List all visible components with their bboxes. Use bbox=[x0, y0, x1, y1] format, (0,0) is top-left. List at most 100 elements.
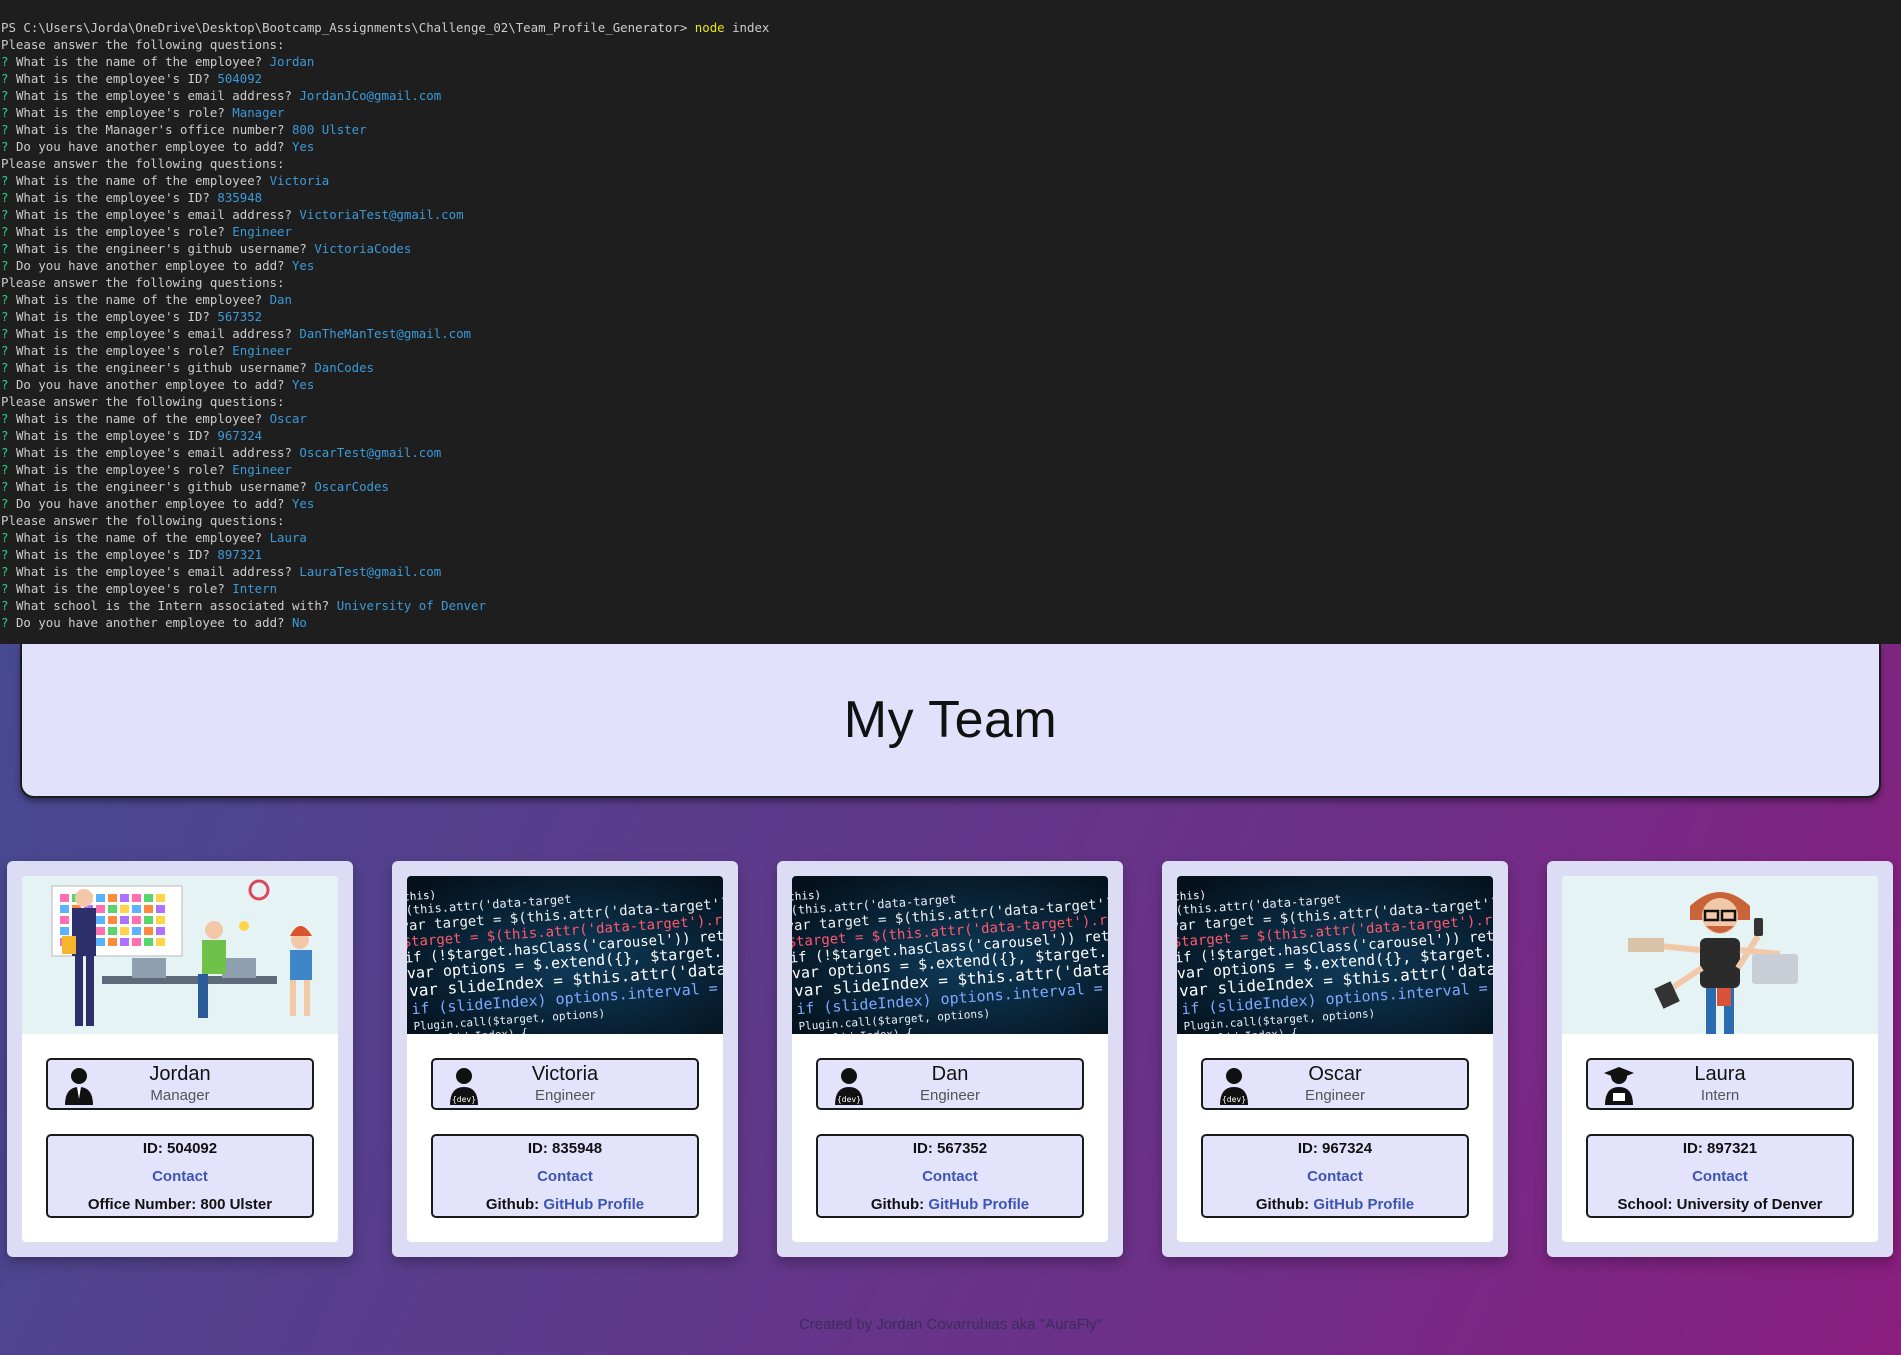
employee-id: ID: 504092 bbox=[142, 1140, 218, 1157]
prompt-answer: Yes bbox=[291, 139, 315, 154]
prompt-mark: ? bbox=[1, 411, 9, 426]
prompt-mark: ? bbox=[1, 598, 9, 613]
terminal-question-line: ? What is the employee's ID? 967324 bbox=[0, 427, 1901, 444]
terminal-question-line: ? What is the employee's role? Engineer bbox=[0, 223, 1901, 240]
terminal-panel[interactable]: PS C:\Users\Jorda\OneDrive\Desktop\Bootc… bbox=[0, 0, 1901, 644]
github-link[interactable]: GitHub Profile bbox=[928, 1196, 1029, 1213]
prompt-question: What is the employee's role? bbox=[15, 581, 225, 596]
terminal-question-line: ? Do you have another employee to add? Y… bbox=[0, 495, 1901, 512]
name-role-box: {dev} Dan Engineer bbox=[816, 1058, 1084, 1110]
prompt-mark: ? bbox=[1, 445, 9, 460]
prompt-mark: ? bbox=[1, 258, 9, 273]
prompt-question: Do you have another employee to add? bbox=[15, 496, 285, 511]
footer-credit: Created by Jordan Covarrubias aka "AuraF… bbox=[798, 1316, 1103, 1333]
contact-link[interactable]: Contact bbox=[1588, 1163, 1852, 1191]
contact-link[interactable]: Contact bbox=[1203, 1163, 1467, 1191]
prompt-mark: ? bbox=[1, 207, 9, 222]
prompt-answer: Manager bbox=[232, 105, 285, 120]
prompt-mark: ? bbox=[1, 360, 9, 375]
employee-card: (this) $(this.attr('data-target var target… bbox=[392, 861, 738, 1257]
prompt-question: Do you have another employee to add? bbox=[15, 377, 285, 392]
terminal-prompt-line: PS C:\Users\Jorda\OneDrive\Desktop\Bootc… bbox=[0, 19, 1901, 36]
employee-card-body: (this) $(this.attr('data-target var target… bbox=[792, 876, 1108, 1242]
terminal-question-line: ? What is the name of the employee? Laur… bbox=[0, 529, 1901, 546]
employee-info-box: ID: 897321 Contact School: University of… bbox=[1586, 1134, 1854, 1218]
name-role-box: Laura Intern bbox=[1586, 1058, 1854, 1110]
contact-link[interactable]: Contact bbox=[433, 1163, 697, 1191]
employee-card: Jordan Manager ID: 504092 Contact Office… bbox=[7, 861, 353, 1257]
prompt-mark: ? bbox=[1, 71, 9, 86]
employee-info-box: ID: 835948 Contact Github: GitHub Profil… bbox=[431, 1134, 699, 1218]
prompt-answer: 967324 bbox=[217, 428, 263, 443]
terminal-question-line: ? What is the employee's email address? … bbox=[0, 563, 1901, 580]
manager-icon bbox=[60, 1065, 98, 1105]
prompt-answer: 567352 bbox=[217, 309, 263, 324]
employee-picture: (this) $(this.attr('data-target var target… bbox=[1177, 876, 1493, 1034]
prompt-question: What is the engineer's github username? bbox=[15, 241, 307, 256]
office-team-image bbox=[22, 876, 338, 1034]
developer-icon: {dev} bbox=[1215, 1065, 1253, 1105]
prompt-answer: DanTheManTest@gmail.com bbox=[299, 326, 471, 341]
prompt-answer: DanCodes bbox=[314, 360, 375, 375]
contact-link[interactable]: Contact bbox=[48, 1163, 312, 1191]
prompt-mark: ? bbox=[1, 496, 9, 511]
contact-link[interactable]: Contact bbox=[818, 1163, 1082, 1191]
prompt-mark: ? bbox=[1, 564, 9, 579]
employee-info-box: ID: 967324 Contact Github: GitHub Profil… bbox=[1201, 1134, 1469, 1218]
prompt-question: What is the employee's email address? bbox=[15, 326, 292, 341]
terminal-question-line: ? What is the employee's email address? … bbox=[0, 87, 1901, 104]
prompt-answer: Yes bbox=[291, 496, 315, 511]
terminal-line: Please answer the following questions: bbox=[1, 275, 285, 290]
name-role-box: {dev} Victoria Engineer bbox=[431, 1058, 699, 1110]
employee-card-body: Laura Intern ID: 897321 Contact School: … bbox=[1562, 876, 1878, 1242]
extra-info-row: School: University of Denver bbox=[1617, 1196, 1823, 1213]
prompt-question: What is the engineer's github username? bbox=[15, 479, 307, 494]
prompt-answer: 504092 bbox=[217, 71, 263, 86]
prompt-answer: Victoria bbox=[269, 173, 330, 188]
terminal-line: Please answer the following questions: bbox=[1, 156, 285, 171]
multitasking-intern-image bbox=[1562, 876, 1878, 1034]
employee-card-body: (this) $(this.attr('data-target var target… bbox=[1177, 876, 1493, 1242]
employee-id: ID: 967324 bbox=[1297, 1140, 1373, 1157]
prompt-answer: Oscar bbox=[269, 411, 307, 426]
page-header: My Team bbox=[20, 644, 1881, 798]
prompt-mark: ? bbox=[1, 377, 9, 392]
terminal-question-line: ? What is the employee's ID? 835948 bbox=[0, 189, 1901, 206]
employee-card: Laura Intern ID: 897321 Contact School: … bbox=[1547, 861, 1893, 1257]
prompt-mark: ? bbox=[1, 530, 9, 545]
prompt-answer: 835948 bbox=[217, 190, 263, 205]
terminal-question-line: ? What is the employee's role? Manager bbox=[0, 104, 1901, 121]
prompt-question: What is the employee's ID? bbox=[15, 71, 210, 86]
employee-picture: (this) $(this.attr('data-target var target… bbox=[407, 876, 723, 1034]
prompt-answer: JordanJCo@gmail.com bbox=[299, 88, 442, 103]
prompt-answer: Yes bbox=[291, 258, 315, 273]
page-title: My Team bbox=[843, 691, 1058, 749]
terminal-question-line: ? What is the employee's email address? … bbox=[0, 444, 1901, 461]
github-link[interactable]: GitHub Profile bbox=[1313, 1196, 1414, 1213]
employee-card-body: Jordan Manager ID: 504092 Contact Office… bbox=[22, 876, 338, 1242]
terminal-question-line: ? What is the employee's ID? 897321 bbox=[0, 546, 1901, 563]
extra-info-row: Office Number: 800 Ulster bbox=[87, 1196, 273, 1213]
prompt-mark: ? bbox=[1, 615, 9, 630]
prompt-answer: Intern bbox=[232, 581, 278, 596]
prompt-question: What is the name of the employee? bbox=[15, 530, 263, 545]
terminal-question-line: ? What is the engineer's github username… bbox=[0, 240, 1901, 257]
svg-text:{dev}: {dev} bbox=[452, 1095, 476, 1104]
terminal-question-line: ? Do you have another employee to add? N… bbox=[0, 614, 1901, 631]
terminal-question-line: ? What is the Manager's office number? 8… bbox=[0, 121, 1901, 138]
prompt-question: What is the employee's ID? bbox=[15, 309, 210, 324]
employee-card-body: (this) $(this.attr('data-target var target… bbox=[407, 876, 723, 1242]
employee-id: ID: 567352 bbox=[912, 1140, 988, 1157]
github-link[interactable]: GitHub Profile bbox=[543, 1196, 644, 1213]
prompt-question: What is the employee's role? bbox=[15, 224, 225, 239]
terminal-question-line: ? What is the name of the employee? Vict… bbox=[0, 172, 1901, 189]
terminal-question-line: ? What is the employee's ID? 567352 bbox=[0, 308, 1901, 325]
prompt-answer: 800 Ulster bbox=[291, 122, 367, 137]
prompt-question: What is the employee's email address? bbox=[15, 564, 292, 579]
terminal-command-arg: index bbox=[732, 20, 770, 35]
prompt-answer: LauraTest@gmail.com bbox=[299, 564, 442, 579]
developer-icon: {dev} bbox=[445, 1065, 483, 1105]
terminal-question-line: ? What is the name of the employee? Osca… bbox=[0, 410, 1901, 427]
code-screen-image: (this)$(this.attr('data-targetvar target… bbox=[407, 876, 723, 1034]
prompt-mark: ? bbox=[1, 224, 9, 239]
